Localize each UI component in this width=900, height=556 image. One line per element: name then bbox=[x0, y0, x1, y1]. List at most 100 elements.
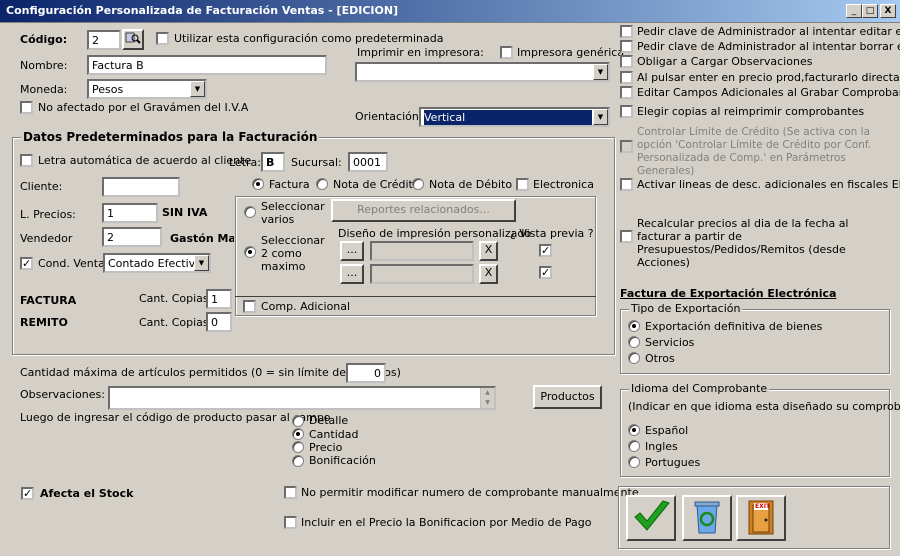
servicios-radio[interactable] bbox=[628, 336, 640, 348]
utilizar-label: Utilizar esta configuración como predete… bbox=[174, 32, 444, 45]
utilizar-checkbox[interactable] bbox=[156, 32, 169, 45]
dropdown-arrow-icon[interactable]: ▼ bbox=[593, 109, 608, 125]
no-permitir-checkbox[interactable] bbox=[284, 486, 297, 499]
reportes-button[interactable]: Reportes relacionados... bbox=[331, 199, 516, 222]
cond-venta-select[interactable]: Contado Efectivo ▼ bbox=[103, 253, 211, 273]
opt-observaciones-label: Obligar a Cargar Observaciones bbox=[637, 55, 813, 68]
sel-dos-radio[interactable] bbox=[244, 246, 256, 258]
diseno-1-browse-button[interactable]: ... bbox=[340, 241, 364, 261]
diseno-1-clear-button[interactable]: X bbox=[479, 241, 498, 261]
close-button[interactable]: X bbox=[880, 4, 896, 18]
electronica-label: Electronica bbox=[533, 178, 594, 191]
scrollbar[interactable]: ▲ ▼ bbox=[480, 388, 494, 408]
precio-label: Precio bbox=[309, 441, 343, 454]
servicios-label: Servicios bbox=[645, 336, 695, 349]
nombre-input[interactable]: Factura B bbox=[87, 55, 327, 75]
dropdown-arrow-icon[interactable]: ▼ bbox=[190, 81, 205, 97]
nota-debito-radio[interactable] bbox=[412, 178, 424, 190]
window-title: Configuración Personalizada de Facturaci… bbox=[6, 4, 399, 17]
dropdown-arrow-icon[interactable]: ▼ bbox=[194, 255, 209, 271]
cliente-label: Cliente: bbox=[20, 180, 63, 193]
factura-copias-input[interactable]: 1 bbox=[206, 289, 232, 309]
sucursal-input[interactable]: 0001 bbox=[348, 152, 388, 172]
opt-copias-checkbox[interactable] bbox=[620, 105, 633, 118]
ingles-radio[interactable] bbox=[628, 440, 640, 452]
opt-borrar-checkbox[interactable] bbox=[620, 40, 633, 53]
diseno-2-input[interactable] bbox=[370, 264, 474, 284]
portugues-radio[interactable] bbox=[628, 456, 640, 468]
search-codigo-button[interactable] bbox=[122, 29, 144, 50]
cantidad-radio[interactable] bbox=[292, 428, 304, 440]
idioma-sub-label: (Indicar en que idioma esta diseñado su … bbox=[628, 400, 900, 413]
afecta-stock-checkbox[interactable]: ✓ bbox=[21, 487, 34, 500]
otros-radio[interactable] bbox=[628, 352, 640, 364]
refresh-button[interactable] bbox=[682, 495, 732, 541]
orientacion-label: Orientación: bbox=[355, 110, 423, 123]
vista-1-checkbox[interactable]: ✓ bbox=[539, 244, 552, 257]
incluir-label: Incluir en el Precio la Bonificacion por… bbox=[301, 516, 592, 529]
observaciones-input[interactable] bbox=[108, 386, 496, 410]
nota-credito-radio[interactable] bbox=[316, 178, 328, 190]
maximize-button[interactable]: □ bbox=[862, 4, 878, 18]
cond-venta-checkbox[interactable]: ✓ bbox=[20, 257, 33, 270]
opt-enter-checkbox[interactable] bbox=[620, 71, 633, 84]
letra-auto-label: Letra automática de acuerdo al cliente bbox=[38, 154, 252, 167]
electronica-checkbox[interactable] bbox=[516, 178, 529, 191]
cant-max-input[interactable]: 0 bbox=[346, 363, 386, 383]
lprecios-input[interactable]: 1 bbox=[102, 203, 158, 223]
factura-radio-label: Factura bbox=[269, 178, 310, 191]
ingles-label: Ingles bbox=[645, 440, 678, 453]
comp-adicional-label: Comp. Adicional bbox=[261, 300, 351, 313]
accept-icon bbox=[634, 500, 670, 531]
activar-checkbox[interactable] bbox=[620, 178, 633, 191]
codigo-input[interactable]: 2 bbox=[87, 30, 121, 50]
opt-campos-checkbox[interactable] bbox=[620, 86, 633, 99]
factura-radio[interactable] bbox=[252, 178, 264, 190]
dropdown-arrow-icon[interactable]: ▼ bbox=[593, 64, 608, 80]
letra-input[interactable]: B bbox=[261, 152, 285, 172]
no-afectado-checkbox[interactable] bbox=[20, 101, 33, 114]
cliente-input[interactable] bbox=[102, 177, 180, 197]
diseno-2-browse-button[interactable]: ... bbox=[340, 264, 364, 284]
recalcular-checkbox[interactable] bbox=[620, 230, 633, 243]
controlar-checkbox[interactable] bbox=[620, 140, 633, 153]
opt-editar-checkbox[interactable] bbox=[620, 25, 633, 38]
detalle-radio[interactable] bbox=[292, 415, 304, 427]
moneda-select[interactable]: Pesos ▼ bbox=[87, 79, 207, 99]
activar-label: Activar lineas de desc. adicionales en f… bbox=[637, 178, 900, 191]
comp-adicional-checkbox[interactable] bbox=[243, 300, 256, 313]
remito-copias-input[interactable]: 0 bbox=[206, 312, 232, 332]
tipo-export-title: Tipo de Exportación bbox=[629, 302, 743, 315]
bonificacion-radio[interactable] bbox=[292, 455, 304, 467]
vendedor-input[interactable]: 2 bbox=[102, 227, 162, 247]
orientacion-select[interactable]: Vertical ▼ bbox=[419, 107, 610, 127]
recycle-icon bbox=[694, 501, 720, 534]
vista-2-checkbox[interactable]: ✓ bbox=[539, 266, 552, 279]
espanol-label: Español bbox=[645, 424, 689, 437]
recalcular-label: Recalcular precios al dia de la fecha al… bbox=[637, 217, 849, 269]
precio-radio[interactable] bbox=[292, 441, 304, 453]
impresora-generica-checkbox[interactable] bbox=[500, 46, 513, 59]
diseno-1-input[interactable] bbox=[370, 241, 474, 261]
vendedor-name: Gastón Mar bbox=[170, 232, 234, 245]
opt-observaciones-checkbox[interactable] bbox=[620, 55, 633, 68]
no-permitir-label: No permitir modificar numero de comproba… bbox=[301, 486, 639, 499]
productos-button[interactable]: Productos bbox=[533, 385, 602, 409]
sel-varios-radio[interactable] bbox=[244, 206, 256, 218]
title-bar: Configuración Personalizada de Facturaci… bbox=[0, 0, 900, 23]
datos-title: Datos Predeterminados para la Facturació… bbox=[21, 130, 320, 144]
cond-venta-value: Contado Efectivo bbox=[108, 257, 202, 270]
minimize-button[interactable]: _ bbox=[846, 4, 862, 18]
espanol-radio[interactable] bbox=[628, 424, 640, 436]
letra-auto-checkbox[interactable] bbox=[20, 154, 33, 167]
vendedor-label: Vendedor bbox=[20, 232, 73, 245]
incluir-checkbox[interactable] bbox=[284, 516, 297, 529]
detalle-label: Detalle bbox=[309, 414, 349, 427]
vista-label: ¿ Vista previa ? bbox=[510, 227, 594, 240]
export-definitiva-radio[interactable] bbox=[628, 320, 640, 332]
impresora-select[interactable]: ▼ bbox=[355, 62, 610, 82]
diseno-2-clear-button[interactable]: X bbox=[479, 264, 498, 284]
exit-button[interactable]: EXIT bbox=[736, 495, 786, 541]
export-definitiva-label: Exportación definitiva de bienes bbox=[645, 320, 823, 333]
accept-button[interactable] bbox=[626, 495, 676, 541]
